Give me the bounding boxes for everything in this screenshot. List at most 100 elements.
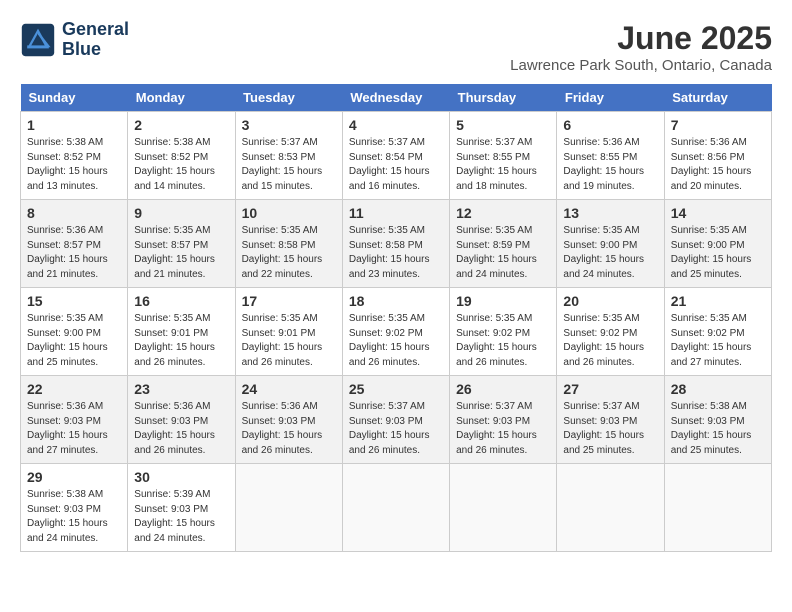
day-number: 3	[242, 117, 336, 133]
day-cell: 11 Sunrise: 5:35 AM Sunset: 8:58 PM Dayl…	[342, 200, 449, 288]
day-info: Sunrise: 5:35 AM Sunset: 9:02 PM Dayligh…	[563, 312, 657, 370]
day-cell: 21 Sunrise: 5:35 AM Sunset: 9:02 PM Dayl…	[664, 288, 771, 376]
day-info: Sunrise: 5:35 AM Sunset: 9:02 PM Dayligh…	[456, 312, 550, 370]
title-block: June 2025 Lawrence Park South, Ontario, …	[510, 20, 772, 74]
day-number: 13	[563, 205, 657, 221]
day-info: Sunrise: 5:35 AM Sunset: 8:58 PM Dayligh…	[349, 224, 443, 282]
day-cell: 8 Sunrise: 5:36 AM Sunset: 8:57 PM Dayli…	[21, 200, 128, 288]
day-number: 5	[456, 117, 550, 133]
day-cell	[664, 464, 771, 552]
day-number: 15	[27, 293, 121, 309]
day-cell: 17 Sunrise: 5:35 AM Sunset: 9:01 PM Dayl…	[235, 288, 342, 376]
day-number: 17	[242, 293, 336, 309]
day-number: 26	[456, 381, 550, 397]
day-cell: 4 Sunrise: 5:37 AM Sunset: 8:54 PM Dayli…	[342, 112, 449, 200]
day-info: Sunrise: 5:38 AM Sunset: 8:52 PM Dayligh…	[27, 136, 121, 194]
day-number: 30	[134, 469, 228, 485]
day-cell	[450, 464, 557, 552]
day-number: 21	[671, 293, 765, 309]
header-sunday: Sunday	[21, 84, 128, 112]
header-row: Sunday Monday Tuesday Wednesday Thursday…	[21, 84, 772, 112]
header-monday: Monday	[128, 84, 235, 112]
day-number: 28	[671, 381, 765, 397]
day-number: 25	[349, 381, 443, 397]
calendar-subtitle: Lawrence Park South, Ontario, Canada	[510, 57, 772, 74]
page-header: General Blue June 2025 Lawrence Park Sou…	[20, 20, 772, 74]
day-info: Sunrise: 5:37 AM Sunset: 9:03 PM Dayligh…	[349, 400, 443, 458]
day-info: Sunrise: 5:36 AM Sunset: 8:56 PM Dayligh…	[671, 136, 765, 194]
header-saturday: Saturday	[664, 84, 771, 112]
day-info: Sunrise: 5:36 AM Sunset: 8:57 PM Dayligh…	[27, 224, 121, 282]
day-cell: 20 Sunrise: 5:35 AM Sunset: 9:02 PM Dayl…	[557, 288, 664, 376]
day-cell: 7 Sunrise: 5:36 AM Sunset: 8:56 PM Dayli…	[664, 112, 771, 200]
day-info: Sunrise: 5:37 AM Sunset: 9:03 PM Dayligh…	[563, 400, 657, 458]
day-info: Sunrise: 5:35 AM Sunset: 9:01 PM Dayligh…	[134, 312, 228, 370]
day-info: Sunrise: 5:35 AM Sunset: 9:01 PM Dayligh…	[242, 312, 336, 370]
day-info: Sunrise: 5:35 AM Sunset: 8:58 PM Dayligh…	[242, 224, 336, 282]
day-info: Sunrise: 5:36 AM Sunset: 9:03 PM Dayligh…	[134, 400, 228, 458]
day-number: 29	[27, 469, 121, 485]
day-number: 27	[563, 381, 657, 397]
day-cell: 25 Sunrise: 5:37 AM Sunset: 9:03 PM Dayl…	[342, 376, 449, 464]
day-cell: 26 Sunrise: 5:37 AM Sunset: 9:03 PM Dayl…	[450, 376, 557, 464]
day-cell	[235, 464, 342, 552]
day-number: 23	[134, 381, 228, 397]
day-cell: 16 Sunrise: 5:35 AM Sunset: 9:01 PM Dayl…	[128, 288, 235, 376]
day-cell: 6 Sunrise: 5:36 AM Sunset: 8:55 PM Dayli…	[557, 112, 664, 200]
week-row-2: 8 Sunrise: 5:36 AM Sunset: 8:57 PM Dayli…	[21, 200, 772, 288]
day-number: 20	[563, 293, 657, 309]
day-cell: 2 Sunrise: 5:38 AM Sunset: 8:52 PM Dayli…	[128, 112, 235, 200]
day-info: Sunrise: 5:38 AM Sunset: 9:03 PM Dayligh…	[27, 488, 121, 546]
day-cell: 15 Sunrise: 5:35 AM Sunset: 9:00 PM Dayl…	[21, 288, 128, 376]
day-info: Sunrise: 5:35 AM Sunset: 8:59 PM Dayligh…	[456, 224, 550, 282]
day-number: 1	[27, 117, 121, 133]
day-cell: 3 Sunrise: 5:37 AM Sunset: 8:53 PM Dayli…	[235, 112, 342, 200]
day-cell: 9 Sunrise: 5:35 AM Sunset: 8:57 PM Dayli…	[128, 200, 235, 288]
day-cell: 29 Sunrise: 5:38 AM Sunset: 9:03 PM Dayl…	[21, 464, 128, 552]
logo-text: General Blue	[62, 20, 129, 60]
day-cell: 28 Sunrise: 5:38 AM Sunset: 9:03 PM Dayl…	[664, 376, 771, 464]
day-info: Sunrise: 5:36 AM Sunset: 8:55 PM Dayligh…	[563, 136, 657, 194]
day-cell: 12 Sunrise: 5:35 AM Sunset: 8:59 PM Dayl…	[450, 200, 557, 288]
header-friday: Friday	[557, 84, 664, 112]
logo: General Blue	[20, 20, 129, 60]
day-cell	[557, 464, 664, 552]
day-info: Sunrise: 5:36 AM Sunset: 9:03 PM Dayligh…	[242, 400, 336, 458]
day-info: Sunrise: 5:35 AM Sunset: 9:00 PM Dayligh…	[563, 224, 657, 282]
day-number: 11	[349, 205, 443, 221]
week-row-5: 29 Sunrise: 5:38 AM Sunset: 9:03 PM Dayl…	[21, 464, 772, 552]
day-number: 4	[349, 117, 443, 133]
day-cell: 19 Sunrise: 5:35 AM Sunset: 9:02 PM Dayl…	[450, 288, 557, 376]
header-wednesday: Wednesday	[342, 84, 449, 112]
day-info: Sunrise: 5:35 AM Sunset: 9:02 PM Dayligh…	[349, 312, 443, 370]
day-info: Sunrise: 5:36 AM Sunset: 9:03 PM Dayligh…	[27, 400, 121, 458]
day-number: 12	[456, 205, 550, 221]
day-info: Sunrise: 5:37 AM Sunset: 9:03 PM Dayligh…	[456, 400, 550, 458]
day-cell: 13 Sunrise: 5:35 AM Sunset: 9:00 PM Dayl…	[557, 200, 664, 288]
week-row-3: 15 Sunrise: 5:35 AM Sunset: 9:00 PM Dayl…	[21, 288, 772, 376]
day-info: Sunrise: 5:37 AM Sunset: 8:54 PM Dayligh…	[349, 136, 443, 194]
day-number: 24	[242, 381, 336, 397]
day-number: 22	[27, 381, 121, 397]
day-cell: 22 Sunrise: 5:36 AM Sunset: 9:03 PM Dayl…	[21, 376, 128, 464]
day-number: 14	[671, 205, 765, 221]
day-cell: 14 Sunrise: 5:35 AM Sunset: 9:00 PM Dayl…	[664, 200, 771, 288]
day-cell: 30 Sunrise: 5:39 AM Sunset: 9:03 PM Dayl…	[128, 464, 235, 552]
day-number: 16	[134, 293, 228, 309]
day-info: Sunrise: 5:38 AM Sunset: 8:52 PM Dayligh…	[134, 136, 228, 194]
calendar-title: June 2025	[510, 20, 772, 57]
week-row-1: 1 Sunrise: 5:38 AM Sunset: 8:52 PM Dayli…	[21, 112, 772, 200]
day-cell: 24 Sunrise: 5:36 AM Sunset: 9:03 PM Dayl…	[235, 376, 342, 464]
day-info: Sunrise: 5:35 AM Sunset: 9:00 PM Dayligh…	[671, 224, 765, 282]
day-number: 2	[134, 117, 228, 133]
day-cell: 27 Sunrise: 5:37 AM Sunset: 9:03 PM Dayl…	[557, 376, 664, 464]
calendar-table: Sunday Monday Tuesday Wednesday Thursday…	[20, 84, 772, 552]
day-number: 6	[563, 117, 657, 133]
day-info: Sunrise: 5:38 AM Sunset: 9:03 PM Dayligh…	[671, 400, 765, 458]
day-cell: 18 Sunrise: 5:35 AM Sunset: 9:02 PM Dayl…	[342, 288, 449, 376]
header-tuesday: Tuesday	[235, 84, 342, 112]
day-cell: 23 Sunrise: 5:36 AM Sunset: 9:03 PM Dayl…	[128, 376, 235, 464]
day-info: Sunrise: 5:37 AM Sunset: 8:53 PM Dayligh…	[242, 136, 336, 194]
header-thursday: Thursday	[450, 84, 557, 112]
day-cell: 10 Sunrise: 5:35 AM Sunset: 8:58 PM Dayl…	[235, 200, 342, 288]
